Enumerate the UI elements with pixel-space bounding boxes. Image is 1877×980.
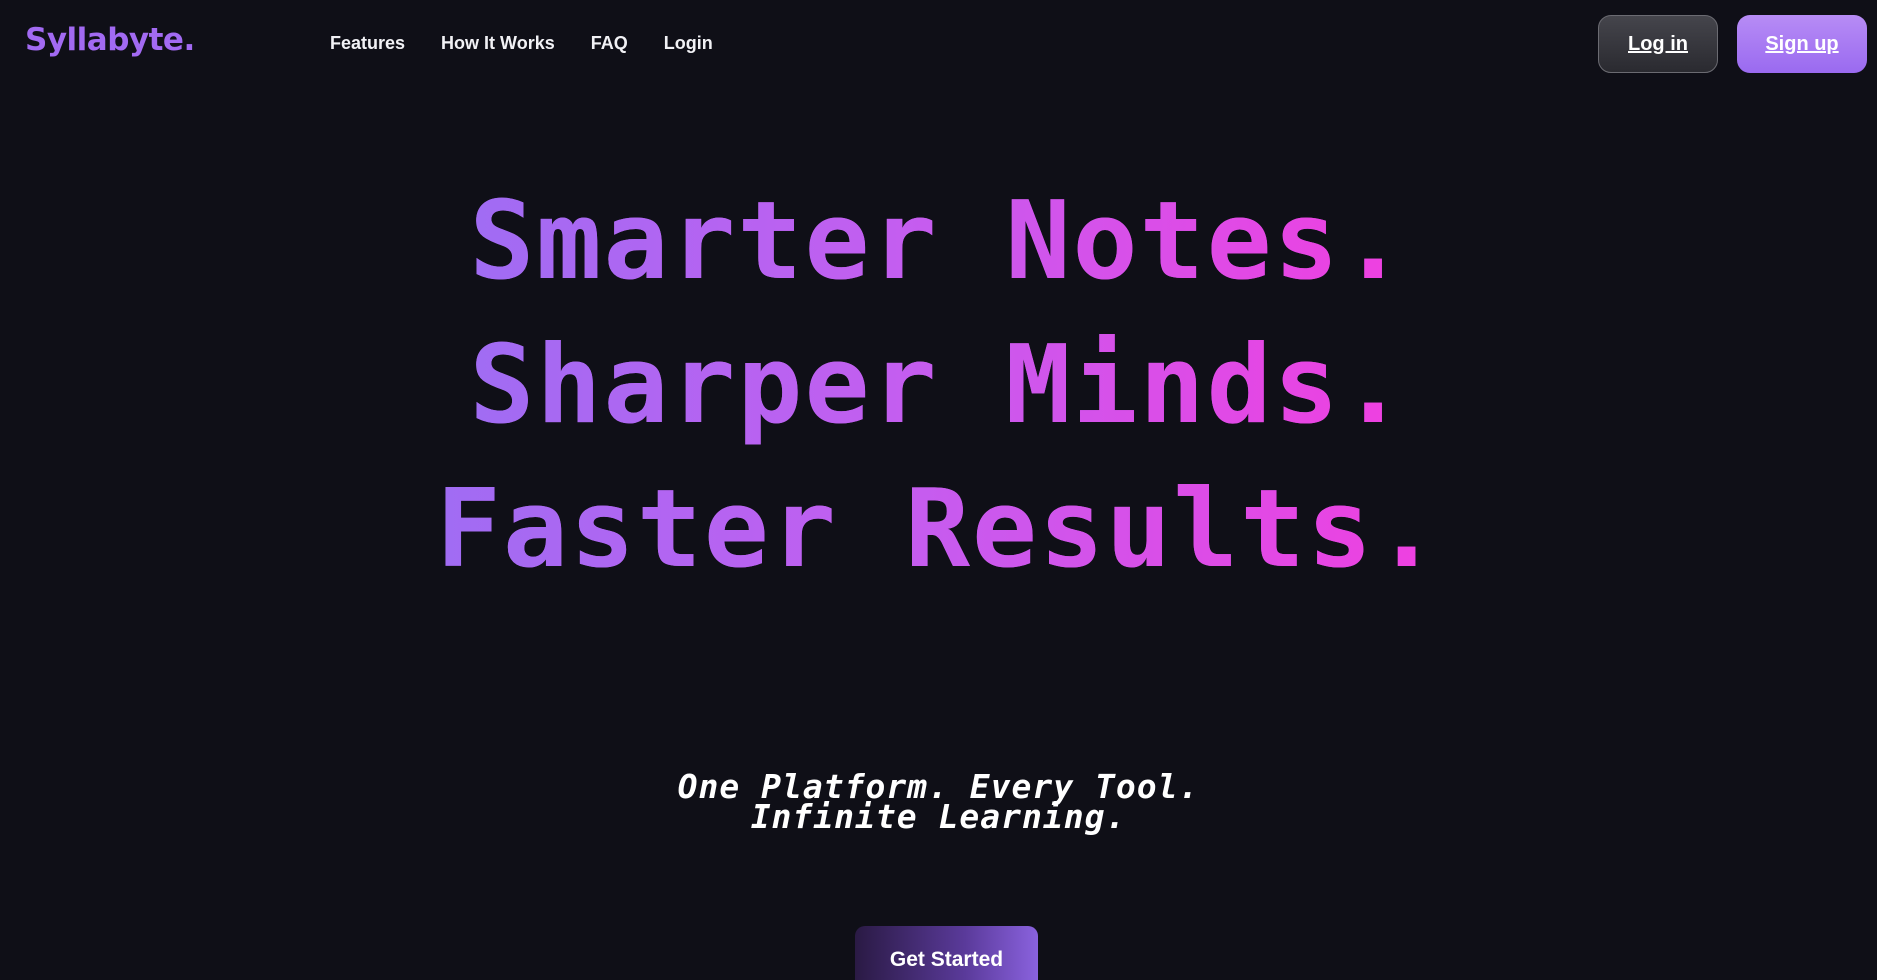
brand-logo[interactable]: Syllabyte. (25, 22, 195, 58)
main-nav: Features How It Works FAQ Login (330, 33, 713, 54)
login-button[interactable]: Log in (1598, 15, 1718, 73)
signup-button[interactable]: Sign up (1737, 15, 1867, 73)
hero-line-2: Sharper Minds. (0, 314, 1877, 458)
hero-line-1: Smarter Notes. (0, 170, 1877, 314)
landing-page: Syllabyte. Features How It Works FAQ Log… (0, 0, 1877, 980)
get-started-button[interactable]: Get Started (855, 926, 1038, 980)
hero-line-1-text: Smarter Notes. (469, 170, 1407, 314)
brand-dot: . (183, 22, 195, 58)
hero-line-3-text: Faster Results. (436, 458, 1441, 602)
hero-tagline: One Platform. Every Tool. Infinite Learn… (0, 770, 1877, 836)
nav-link-faq[interactable]: FAQ (591, 33, 628, 54)
nav-link-how-it-works[interactable]: How It Works (441, 33, 555, 54)
nav-link-login[interactable]: Login (664, 33, 713, 54)
hero-line-3: Faster Results. (0, 458, 1877, 602)
nav-link-features[interactable]: Features (330, 33, 405, 54)
hero-line-2-text: Sharper Minds. (469, 314, 1407, 458)
site-header: Syllabyte. Features How It Works FAQ Log… (0, 0, 1877, 90)
hero-headline: Smarter Notes. Sharper Minds. Faster Res… (0, 170, 1877, 602)
brand-name: Syllabyte (25, 22, 184, 58)
tagline-line-2: Infinite Learning. (750, 797, 1127, 836)
